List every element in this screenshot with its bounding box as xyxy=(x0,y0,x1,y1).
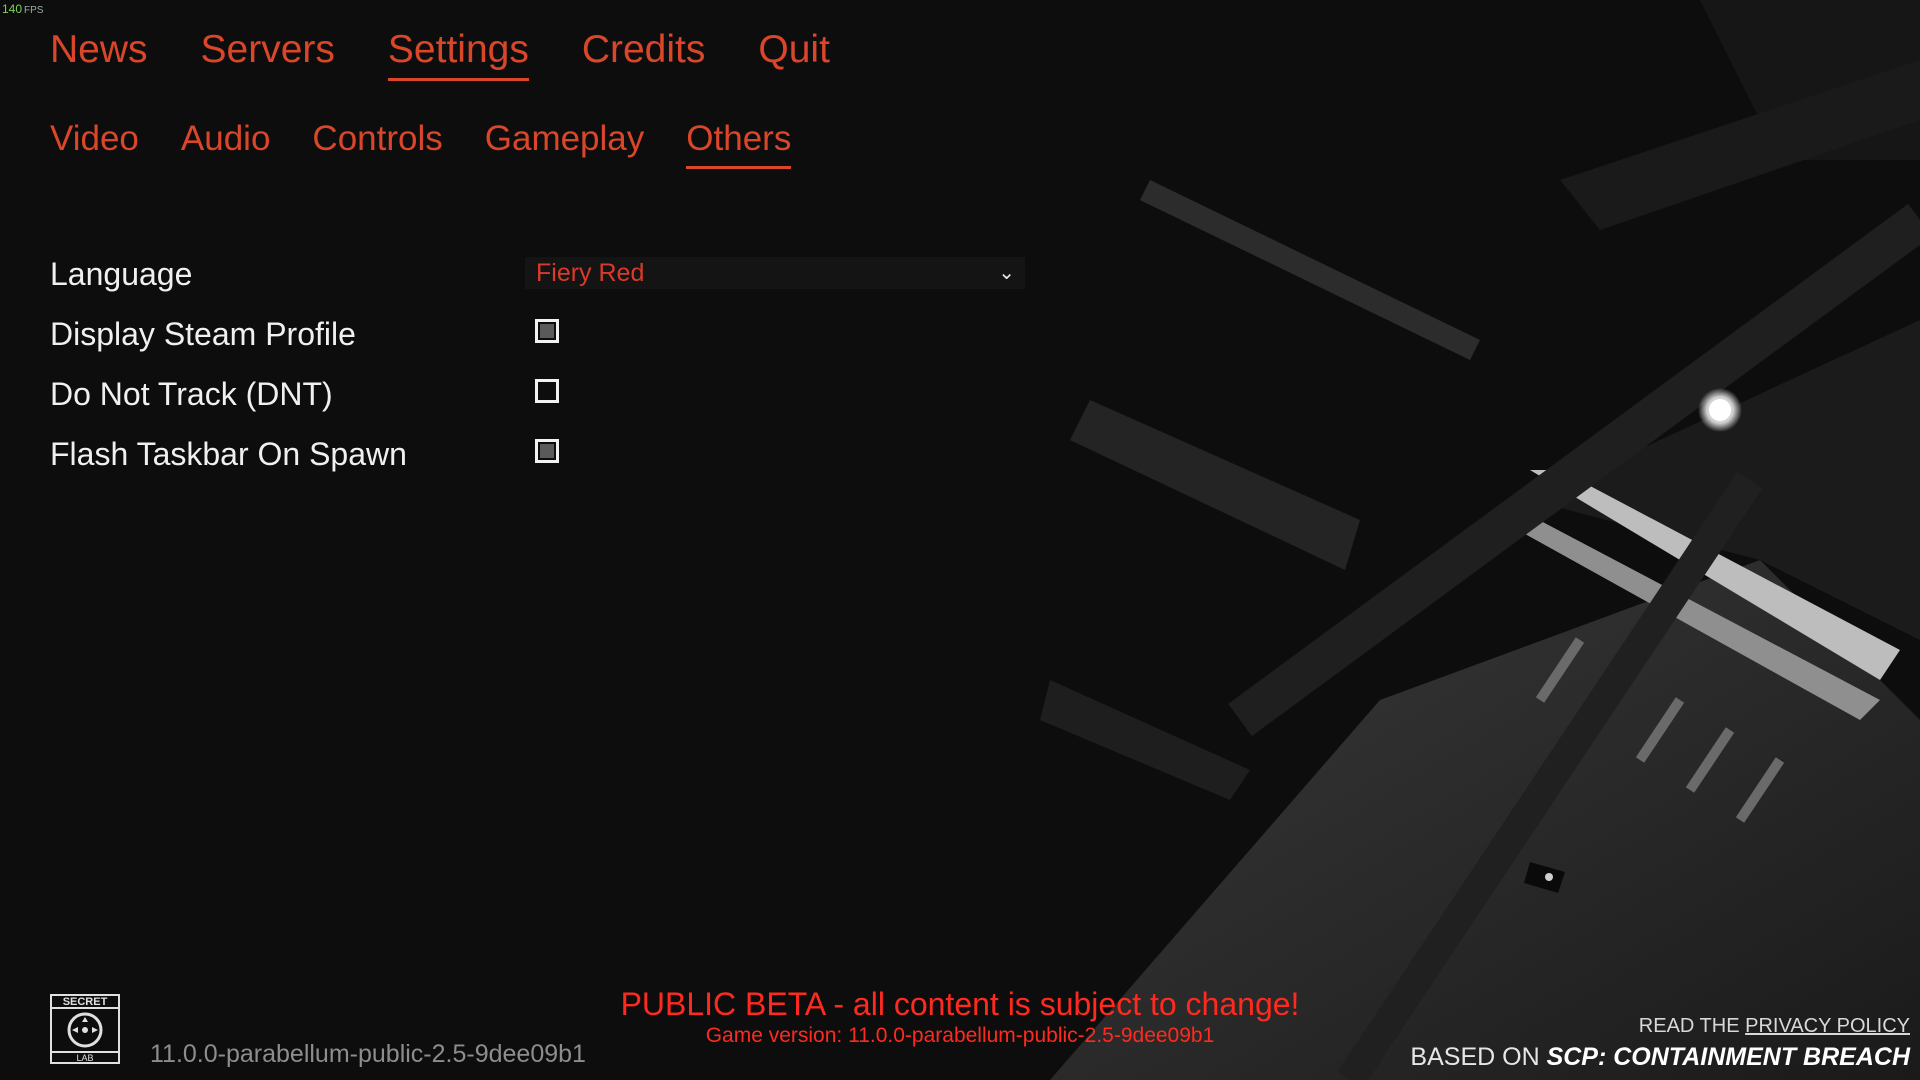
language-label: Language xyxy=(50,256,193,292)
tab-gameplay[interactable]: Gameplay xyxy=(485,118,645,169)
tab-controls[interactable]: Controls xyxy=(312,118,442,169)
fps-unit: FPS xyxy=(24,5,44,16)
menu-servers[interactable]: Servers xyxy=(201,26,335,81)
beta-notice-text: PUBLIC BETA - all content is subject to … xyxy=(620,986,1300,1022)
setting-language: Language Fiery Red ⌄ xyxy=(50,250,1025,310)
privacy-prefix: READ THE xyxy=(1638,1015,1746,1037)
privacy-line: READ THE PRIVACY POLICY xyxy=(1639,1015,1910,1038)
flash-taskbar-checkbox[interactable] xyxy=(535,439,559,463)
tab-others[interactable]: Others xyxy=(686,118,792,169)
setting-do-not-track: Do Not Track (DNT) xyxy=(50,370,980,430)
display-steam-profile-checkbox[interactable] xyxy=(535,319,559,343)
do-not-track-checkbox[interactable] xyxy=(535,379,559,403)
setting-flash-taskbar: Flash Taskbar On Spawn xyxy=(50,430,980,490)
fps-value: 140 xyxy=(2,2,23,16)
language-value: Fiery Red xyxy=(536,259,645,287)
based-on-line: BASED ON SCP: CONTAINMENT BREACH xyxy=(1410,1043,1910,1072)
display-steam-profile-label: Display Steam Profile xyxy=(50,316,356,352)
do-not-track-label: Do Not Track (DNT) xyxy=(50,376,333,412)
settings-panel: Language Fiery Red ⌄ Display Steam Profi… xyxy=(50,250,1025,490)
privacy-policy-link[interactable]: PRIVACY POLICY xyxy=(1745,1015,1910,1037)
menu-quit[interactable]: Quit xyxy=(758,26,830,81)
flash-taskbar-label: Flash Taskbar On Spawn xyxy=(50,436,407,472)
menu-credits[interactable]: Credits xyxy=(582,26,706,81)
language-dropdown[interactable]: Fiery Red ⌄ xyxy=(525,257,1025,289)
based-on-prefix: BASED ON xyxy=(1410,1043,1547,1071)
fps-counter: 140 FPS xyxy=(2,2,43,16)
main-menu: News Servers Settings Credits Quit xyxy=(50,26,830,81)
setting-display-steam-profile: Display Steam Profile xyxy=(50,310,980,370)
tab-audio[interactable]: Audio xyxy=(181,118,271,169)
tab-video[interactable]: Video xyxy=(50,118,139,169)
based-on-title: SCP: CONTAINMENT BREACH xyxy=(1546,1043,1910,1071)
menu-settings[interactable]: Settings xyxy=(387,26,529,81)
logo-text-bottom: LAB xyxy=(76,1053,93,1063)
menu-news[interactable]: News xyxy=(50,26,148,81)
chevron-down-icon: ⌄ xyxy=(998,262,1015,284)
settings-tabs: Video Audio Controls Gameplay Others xyxy=(50,118,792,169)
